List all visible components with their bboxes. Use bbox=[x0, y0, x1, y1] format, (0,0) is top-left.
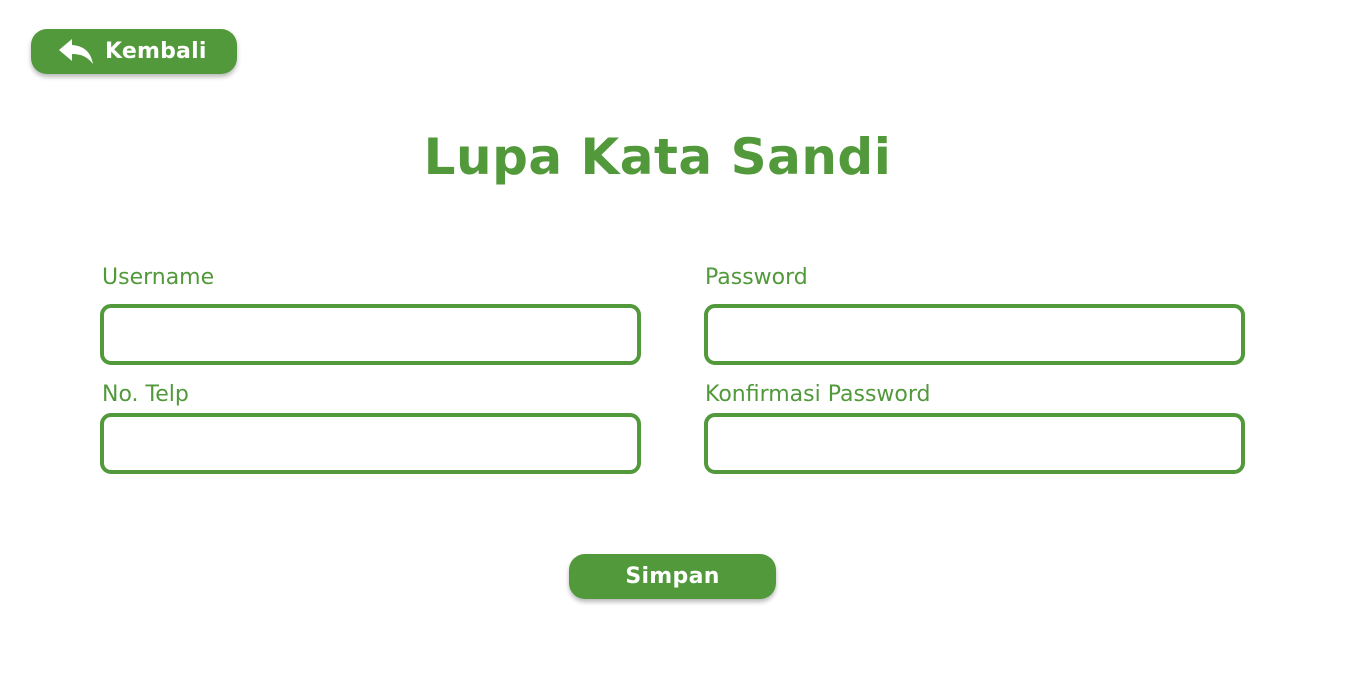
save-button[interactable]: Simpan bbox=[569, 554, 776, 599]
password-label: Password bbox=[705, 265, 808, 290]
back-button-label: Kembali bbox=[105, 39, 207, 64]
back-button[interactable]: Kembali bbox=[31, 29, 237, 74]
confirm-password-input[interactable] bbox=[704, 413, 1245, 474]
page-title: Lupa Kata Sandi bbox=[423, 128, 892, 186]
confirm-password-label: Konfirmasi Password bbox=[705, 382, 931, 407]
password-input[interactable] bbox=[704, 304, 1245, 365]
username-input[interactable] bbox=[100, 304, 641, 365]
username-label: Username bbox=[102, 265, 215, 290]
phone-input[interactable] bbox=[100, 413, 641, 474]
reply-arrow-icon bbox=[58, 37, 96, 67]
phone-label: No. Telp bbox=[102, 382, 189, 407]
